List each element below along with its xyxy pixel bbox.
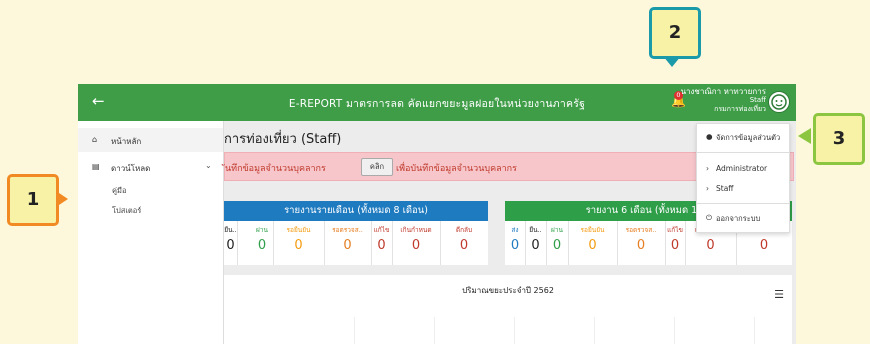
menu-item-label: Staff [716,184,734,193]
download-icon: ▤ [92,162,100,171]
sidebar-item-download[interactable]: ▤ ดาวน์โหลด ⌄ [78,155,223,179]
chevron-right-icon: › [706,164,709,173]
chart-title: ปริมาณขยะประจำปี 2562 [462,286,554,295]
app-window: ← E-REPORT มาตรการลด คัดแยกขยะมูลฝอยในหน… [78,84,796,344]
monthly-report-card: รายงานรายเดือน (ทั้งหมด 8 เดือน) ยืน.. 0… [224,201,488,265]
sidebar: ⌂ หน้าหลัก ▤ ดาวน์โหลด ⌄ คู่มือ โปสเตอร์ [78,121,224,344]
stat-value: 0 [377,238,386,253]
callout-3: 3 [813,113,865,165]
stat-value: 0 [226,238,235,253]
stat-value: 0 [510,238,520,253]
sidebar-subitem-manual[interactable]: คู่มือ [112,185,126,197]
stat-cell[interactable]: แก้ไข 0 [665,221,686,265]
stat-value: 0 [670,238,680,253]
top-bar: ← E-REPORT มาตรการลด คัดแยกขยะมูลฝอยในหน… [78,84,796,121]
stat-value: 0 [411,238,421,253]
callout-2-pointer [663,56,681,67]
chart-gridline [514,317,515,344]
chart-gridline [434,317,435,344]
stat-label: ผ่าน [551,226,563,234]
stat-value: 0 [759,238,769,253]
stat-label: ส่ง [511,226,519,234]
stat-cell[interactable]: รอยืนยัน 0 [273,221,325,265]
chart-gridline [754,317,755,344]
page-title: การท่องเที่ยว (Staff) [224,132,342,147]
stat-label: เกินกำหนด [400,226,432,234]
callout-1: 1 [7,174,59,226]
chart-gridline [354,317,355,344]
menu-item-label: ออกจากระบบ [716,214,761,223]
alert-click-button[interactable]: คลิก [361,158,393,176]
stat-label: ยืน.. [224,226,237,234]
stat-value: 0 [294,238,303,253]
monthly-report-title: รายงานรายเดือน (ทั้งหมด 8 เดือน) [224,201,488,221]
user-icon: ● [706,132,713,141]
stat-cell[interactable]: ยืน.. 0 [525,221,547,265]
stat-label: รอตรวจส.. [625,226,657,234]
callout-3-pointer [798,128,811,144]
stat-value: 0 [552,238,562,253]
sidebar-subitem-poster[interactable]: โปสเตอร์ [112,205,141,217]
sidebar-item-label: หน้าหลัก [111,137,142,146]
stat-cell[interactable]: ตีกลับ 0 [440,221,488,265]
user-menu-toggle[interactable]: นางชาณิกา หาทวายการ Staff กรมการท่องเที่… [681,87,766,114]
stat-label: รอยืนยัน [286,226,311,234]
stat-value: 0 [459,238,469,253]
waste-chart-panel: ปริมาณขยะประจำปี 2562 ☰ [224,275,792,344]
user-name: นางชาณิกา หาทวายการ [680,87,766,96]
sidebar-item-label: ดาวน์โหลด [111,164,151,173]
stat-value: 0 [257,238,267,253]
menu-item-label: จัดการข้อมูลส่วนตัว [716,133,781,142]
stat-value: 0 [343,238,352,253]
menu-item-label: Administrator [716,164,768,173]
stat-cell[interactable]: ผ่าน 0 [251,221,274,265]
avatar[interactable] [768,91,790,113]
hamburger-icon[interactable]: ☰ [774,288,784,301]
stat-label: ตีกลับ [455,226,473,234]
sidebar-item-home[interactable]: ⌂ หน้าหลัก [78,128,223,152]
stat-cell[interactable]: รอยืนยัน 0 [568,221,618,265]
chart-gridline [594,317,595,344]
callout-1-pointer [56,191,68,207]
stat-value: 0 [588,238,597,253]
home-icon: ⌂ [92,135,98,144]
stat-cell[interactable]: เกินกำหนด 0 [392,221,441,265]
user-face-icon [771,94,787,110]
stat-label: รอตรวจส.. [332,226,363,234]
stat-label: แก้ไข [373,226,390,234]
user-dropdown-menu: ● จัดการข้อมูลส่วนตัว › Administrator › … [696,123,790,233]
alert-text: ันทึกข้อมูลจำนวนบุคลากร [225,164,326,174]
user-org: กรมการท่องเที่ยว [714,105,766,113]
stat-cell[interactable]: รอตรวจส.. 0 [617,221,666,265]
stat-cell[interactable]: รอตรวจส.. 0 [324,221,372,265]
stat-cell[interactable]: แก้ไข 0 [371,221,393,265]
stat-cell[interactable]: ยืน.. 0 [224,221,238,265]
stat-label: ยืน.. [529,226,542,234]
stat-cell[interactable]: ส่ง 0 [505,221,526,265]
power-icon: ⏻ [706,213,712,222]
callout-2: 2 [649,7,701,59]
stat-value: 0 [636,238,646,253]
user-role: Staff [749,96,766,104]
stat-label: ผ่าน [256,226,268,234]
chevron-down-icon: ⌄ [205,161,212,170]
menu-divider [697,203,789,204]
alert-text-suffix: เพื่อบันทึกข้อมูลจำนวนบุคลากร [396,164,517,174]
stat-label: แก้ไข [667,226,683,234]
stat-value: 0 [706,238,715,253]
chevron-right-icon: › [706,184,709,193]
stat-cell[interactable]: ผ่าน 0 [546,221,569,265]
stat-label: รอยืนยัน [580,226,605,234]
chart-gridline [674,317,675,344]
stat-value: 0 [531,238,540,253]
menu-divider [697,152,789,153]
